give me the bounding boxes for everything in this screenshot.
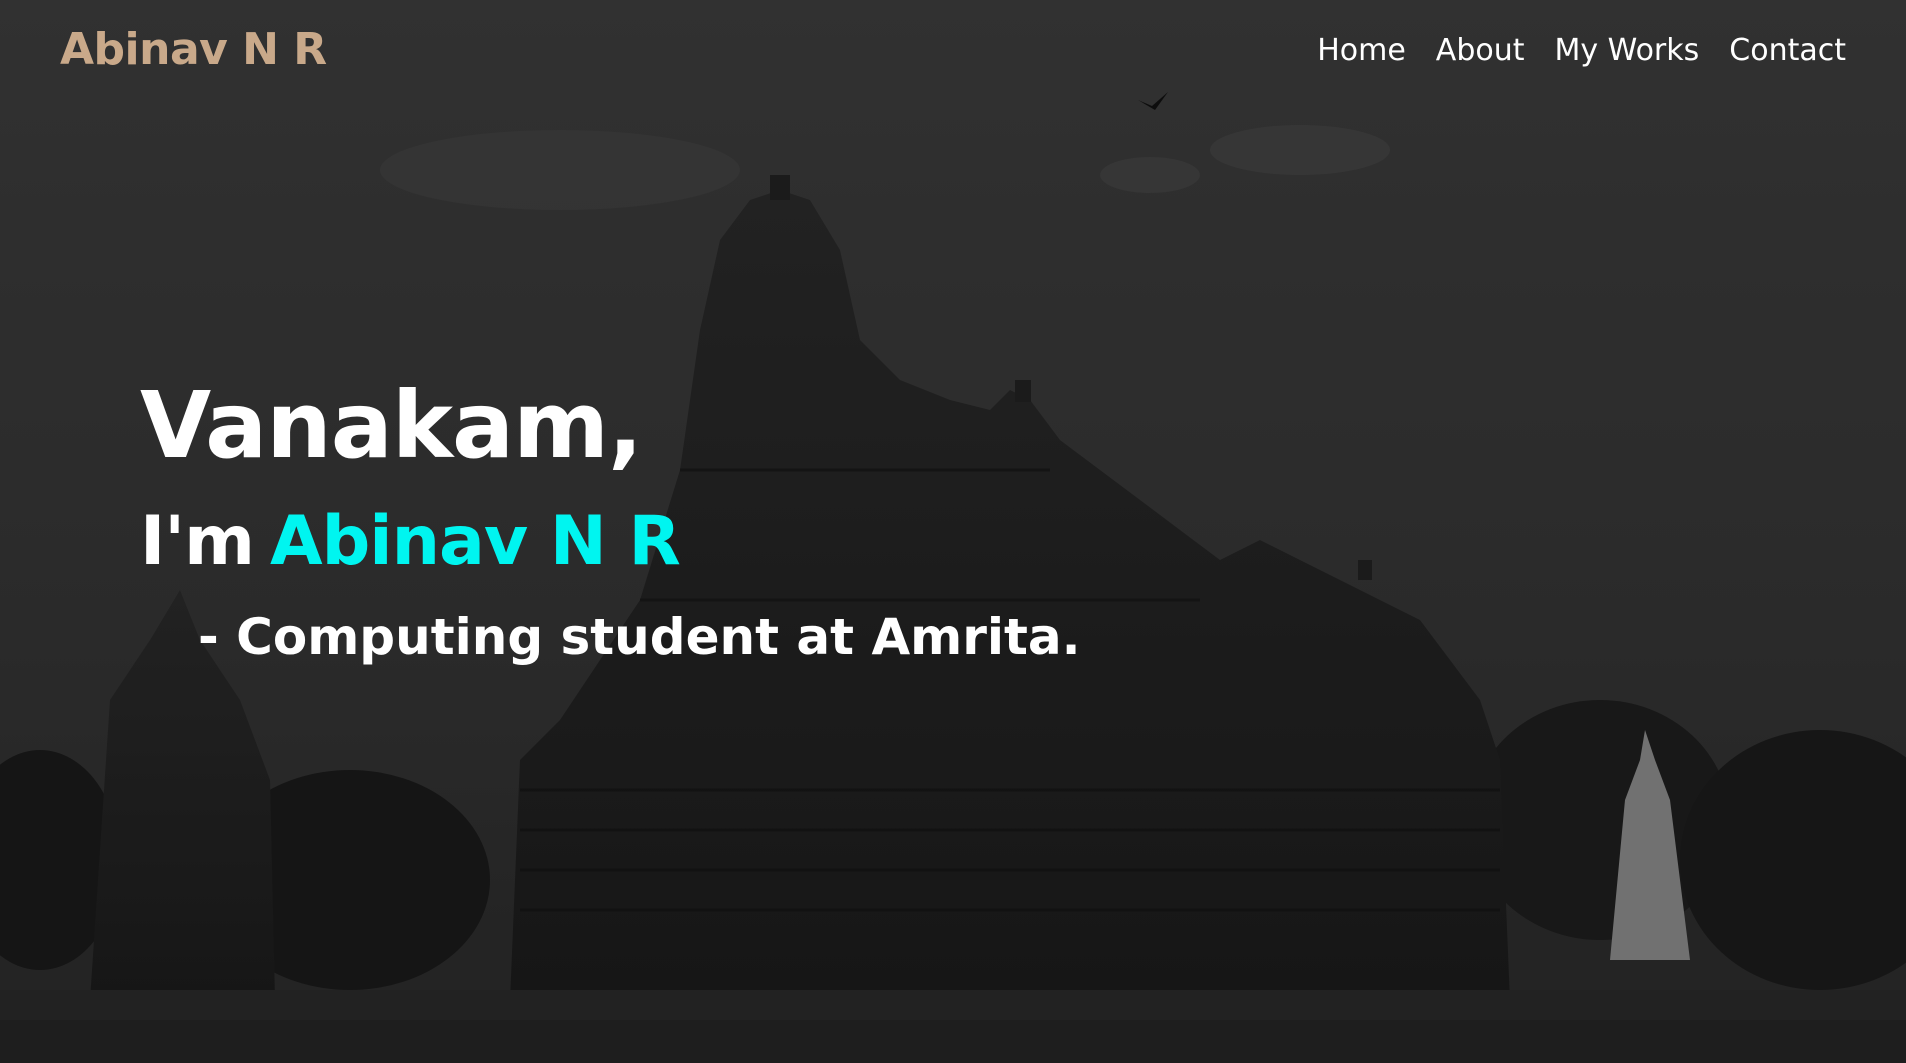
intro-prefix: I'm	[140, 502, 255, 581]
site-header: Abinav N R Home About My Works Contact	[0, 0, 1906, 105]
role-text: - Computing student at Amrita.	[198, 608, 1081, 666]
hero-section: Abinav N R Home About My Works Contact V…	[0, 0, 1906, 1063]
nav-home[interactable]: Home	[1317, 33, 1406, 68]
nav-my-works[interactable]: My Works	[1555, 33, 1700, 68]
intro-line: I'm Abinav N R	[140, 508, 1081, 576]
main-nav: Home About My Works Contact	[1317, 33, 1846, 68]
nav-about[interactable]: About	[1436, 33, 1525, 68]
intro-section: Vanakam, I'm Abinav N R - Computing stude…	[140, 372, 1081, 666]
nav-contact[interactable]: Contact	[1729, 33, 1846, 68]
site-logo[interactable]: Abinav N R	[60, 24, 327, 75]
hero-name: Abinav N R	[269, 502, 681, 581]
greeting-heading: Vanakam,	[140, 372, 643, 479]
